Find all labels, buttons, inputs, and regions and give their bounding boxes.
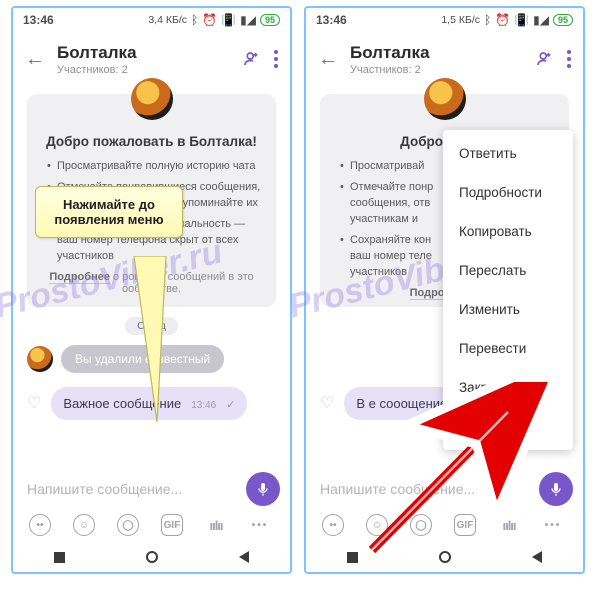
- composer: Напишите сообщение... •• ☺ ◯ GIF ıılıı •…: [13, 466, 290, 542]
- status-indicators: 3,4 КБ/с ᛒ ⏰ 📳 ▮◢ 95: [148, 13, 280, 27]
- ctx-translate[interactable]: Перевести: [443, 329, 573, 368]
- ctx-delete[interactable]: Удалить: [443, 407, 573, 446]
- net-speed: 1,5 КБ/с: [441, 14, 480, 26]
- alarm-icon: ⏰: [495, 13, 510, 27]
- message-input[interactable]: Напишите сообщение...: [316, 473, 531, 505]
- back-icon[interactable]: ←: [25, 48, 45, 71]
- composer-more-icon[interactable]: •••: [542, 514, 564, 536]
- signal-icon: ▮◢: [240, 13, 256, 27]
- context-menu: Ответить Подробности Копировать Переслат…: [443, 130, 573, 450]
- message-time: 13:46: [191, 400, 216, 411]
- chat-title-block[interactable]: Болталка Участников: 2: [57, 43, 230, 76]
- battery-icon: 95: [260, 14, 280, 26]
- community-avatar: [131, 78, 173, 120]
- battery-icon: 95: [553, 14, 573, 26]
- emoji-icon[interactable]: ☺: [366, 514, 388, 536]
- composer-more-icon[interactable]: •••: [249, 514, 271, 536]
- screenshot-left: 13:46 3,4 КБ/с ᛒ ⏰ 📳 ▮◢ 95 ← Болталка Уч…: [11, 6, 292, 574]
- vibrate-icon: 📳: [221, 13, 236, 27]
- status-time: 13:46: [316, 13, 347, 27]
- gif-icon[interactable]: GIF: [161, 514, 183, 536]
- mic-button[interactable]: [246, 472, 280, 506]
- gif-icon[interactable]: GIF: [454, 514, 476, 536]
- ctx-reply[interactable]: Ответить: [443, 134, 573, 173]
- chat-title: Болталка: [57, 43, 230, 63]
- community-avatar: [424, 78, 466, 120]
- net-speed: 3,4 КБ/с: [148, 14, 187, 26]
- chat-subtitle: Участников: 2: [57, 64, 230, 76]
- alarm-icon: ⏰: [202, 13, 217, 27]
- back-icon[interactable]: ←: [318, 48, 338, 71]
- callout-tooltip: Нажимайте до появления меню: [35, 186, 183, 238]
- message-input[interactable]: Напишите сообщение...: [23, 473, 238, 505]
- sticker-icon[interactable]: ••: [29, 514, 51, 536]
- welcome-more-link[interactable]: Подробнее: [49, 271, 110, 284]
- ctx-details[interactable]: Подробности: [443, 173, 573, 212]
- like-icon[interactable]: ♡: [320, 393, 334, 413]
- message-text: В е сооощение: [356, 396, 447, 411]
- status-time: 13:46: [23, 13, 54, 27]
- add-member-icon[interactable]: [242, 50, 260, 68]
- android-nav: [306, 542, 583, 572]
- status-bar: 13:46 1,5 КБ/с ᛒ ⏰ 📳 ▮◢ 95: [306, 8, 583, 32]
- welcome-bullet: Просматривайте полную историю чата: [47, 159, 262, 175]
- camera-icon[interactable]: ◯: [117, 514, 139, 536]
- android-nav: [13, 542, 290, 572]
- ctx-forward[interactable]: Переслать: [443, 251, 573, 290]
- ctx-edit[interactable]: Изменить: [443, 290, 573, 329]
- sender-avatar[interactable]: [27, 346, 53, 372]
- like-icon[interactable]: ♡: [27, 393, 41, 413]
- chat-subtitle: Участников: 2: [350, 64, 523, 76]
- emoji-icon[interactable]: ☺: [73, 514, 95, 536]
- bluetooth-icon: ᛒ: [484, 13, 491, 27]
- status-indicators: 1,5 КБ/с ᛒ ⏰ 📳 ▮◢ 95: [441, 13, 573, 27]
- add-member-icon[interactable]: [535, 50, 553, 68]
- composer: Напишите сообщение... •• ☺ ◯ GIF ıılıı •…: [306, 466, 583, 542]
- chat-title: Болталка: [350, 43, 523, 63]
- back-button[interactable]: [239, 551, 249, 563]
- recent-apps-button[interactable]: [347, 552, 358, 563]
- bluetooth-icon: ᛒ: [191, 13, 198, 27]
- back-button[interactable]: [532, 551, 542, 563]
- mic-button[interactable]: [539, 472, 573, 506]
- composer-icons: •• ☺ ◯ GIF ıılıı •••: [316, 506, 573, 536]
- chat-title-block[interactable]: Болталка Участников: 2: [350, 43, 523, 76]
- composer-icons: •• ☺ ◯ GIF ıılıı •••: [23, 506, 280, 536]
- ctx-copy[interactable]: Копировать: [443, 212, 573, 251]
- camera-icon[interactable]: ◯: [410, 514, 432, 536]
- welcome-title: Добро пожаловать в Болталка!: [41, 134, 262, 149]
- recent-apps-button[interactable]: [54, 552, 65, 563]
- status-bar: 13:46 3,4 КБ/с ᛒ ⏰ 📳 ▮◢ 95: [13, 8, 290, 32]
- home-button[interactable]: [439, 551, 451, 563]
- vibrate-icon: 📳: [514, 13, 529, 27]
- screenshot-right: 13:46 1,5 КБ/с ᛒ ⏰ 📳 ▮◢ 95 ← Болталка Уч…: [304, 6, 585, 574]
- callout-tail: [131, 256, 191, 426]
- signal-icon: ▮◢: [533, 13, 549, 27]
- sticker-icon[interactable]: ••: [322, 514, 344, 536]
- message-status-icon: ✓: [226, 398, 235, 411]
- audio-icon[interactable]: ıılıı: [498, 514, 520, 536]
- ctx-pin[interactable]: Закрепить: [443, 368, 573, 407]
- home-button[interactable]: [146, 551, 158, 563]
- more-icon[interactable]: [274, 50, 278, 68]
- audio-icon[interactable]: ıılıı: [205, 514, 227, 536]
- more-icon[interactable]: [567, 50, 571, 68]
